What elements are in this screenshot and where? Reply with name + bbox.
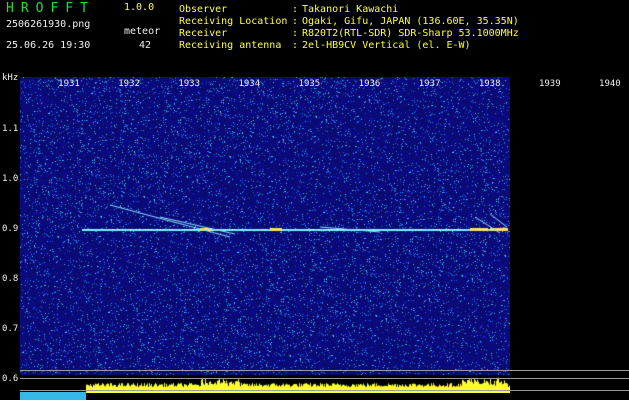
x-tick-label: 1935 [298, 79, 321, 89]
info-receiver-colon: : [292, 28, 299, 39]
info-antenna-value: 2el-HB9CV Vertical (el. E-W) [302, 40, 471, 51]
info-observer-value: Takanori Kawachi [302, 4, 399, 15]
meteor-label: meteor [124, 26, 161, 37]
app-title: HROFFT [6, 1, 95, 16]
info-antenna-label: Receiving antenna [179, 40, 282, 51]
grid-line-bottom [20, 390, 629, 391]
y-tick-label: 1.1 [2, 124, 19, 134]
x-tick-label: 1938 [478, 79, 501, 89]
datetime-label: 25.06.26 19:30 [6, 40, 91, 51]
y-axis-unit: kHz [2, 73, 19, 83]
x-tick-label: 1936 [358, 79, 381, 89]
y-tick-label: 0.9 [2, 224, 19, 234]
x-tick-label: 1937 [418, 79, 441, 89]
info-location-value: Ogaki, Gifu, JAPAN (136.60E, 35.35N) [302, 16, 519, 27]
y-tick-label: 0.6 [2, 374, 19, 384]
filename-label: 2506261930.png [6, 19, 91, 30]
grid-line-top [20, 370, 629, 371]
info-antenna-colon: : [292, 40, 299, 51]
x-tick-label: 1933 [178, 79, 201, 89]
x-tick-label: 1940 [599, 79, 621, 89]
y-tick-label: 0.8 [2, 274, 19, 284]
x-tick-label: 1934 [238, 79, 261, 89]
info-location-label: Receiving Location [179, 16, 288, 27]
version-label: 1.0.0 [124, 2, 155, 13]
info-receiver-label: Receiver [179, 28, 228, 39]
info-receiver-value: R820T2(RTL-SDR) SDR-Sharp 53.1000MHz [302, 28, 519, 39]
y-tick-label: 0.7 [2, 324, 19, 334]
info-observer-label: Observer [179, 4, 228, 15]
grid-line-mid [20, 378, 629, 379]
y-tick-label: 1.0 [2, 174, 19, 184]
info-observer-colon: : [292, 4, 299, 15]
x-tick-label: 1932 [118, 79, 140, 89]
spectrogram-canvas [20, 77, 510, 393]
noise-floor-bar [20, 392, 86, 400]
info-location-colon: : [292, 16, 299, 27]
meteor-count: 42 [139, 40, 152, 51]
x-tick-label: 1931 [58, 79, 80, 89]
x-tick-label: 1939 [538, 79, 561, 89]
